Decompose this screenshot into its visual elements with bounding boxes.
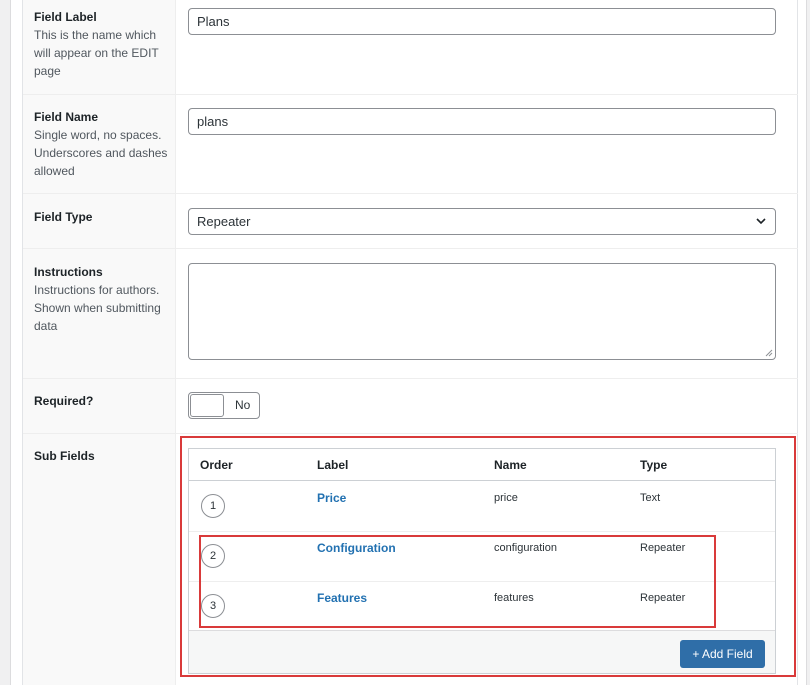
instructions-textarea[interactable] [188, 263, 776, 360]
order-handle[interactable]: 3 [201, 594, 225, 618]
subfield-row-configuration[interactable]: 2 Configuration configuration Repeater [189, 532, 775, 582]
field-type-select[interactable]: Repeater [188, 208, 776, 235]
instructions-row-label: Instructions Instructions for authors. S… [34, 263, 170, 335]
subfield-label-link[interactable]: Price [317, 491, 346, 505]
column-header-order: Order [200, 458, 233, 472]
required-title: Required? [34, 394, 94, 408]
subfield-name: price [494, 492, 518, 504]
subfield-name: configuration [494, 542, 557, 554]
subfields-table-header: Order Label Name Type [189, 449, 775, 481]
order-handle[interactable]: 2 [201, 544, 225, 568]
toggle-state-text: No [235, 398, 251, 412]
chevron-down-icon [756, 218, 766, 225]
subfields-title: Sub Fields [34, 449, 95, 463]
add-field-button[interactable]: + Add Field [680, 640, 765, 668]
required-toggle[interactable]: No [188, 392, 260, 419]
resize-grip-icon[interactable] [765, 349, 773, 357]
required-row-label: Required? [34, 392, 170, 410]
field-name-description: Single word, no spaces. Underscores and … [34, 128, 168, 178]
field-label-row-label: Field Label This is the name which will … [34, 8, 170, 80]
subfield-type: Repeater [640, 542, 686, 554]
subfield-label-link[interactable]: Configuration [317, 541, 396, 555]
field-name-title: Field Name [34, 110, 99, 124]
subfields-row-label: Sub Fields [34, 447, 170, 465]
order-handle[interactable]: 1 [201, 494, 225, 518]
subfield-row-price[interactable]: 1 Price price Text [189, 482, 775, 532]
subfield-label-link[interactable]: Features [317, 591, 367, 605]
instructions-title: Instructions [34, 265, 103, 279]
field-type-selected-value: Repeater [197, 214, 251, 229]
row-divider [23, 248, 798, 249]
field-type-row-label: Field Type [34, 208, 170, 226]
field-name-row-label: Field Name Single word, no spaces. Under… [34, 108, 170, 180]
subfield-type: Repeater [640, 592, 686, 604]
field-type-title: Field Type [34, 210, 93, 224]
field-label-description: This is the name which will appear on th… [34, 28, 159, 78]
column-header-name: Name [494, 458, 527, 472]
subfield-row-features[interactable]: 3 Features features Repeater [189, 582, 775, 632]
field-label-title: Field Label [34, 10, 97, 24]
label-column [23, 0, 176, 685]
subfield-name: features [494, 592, 534, 604]
subfields-table-footer: + Add Field [189, 630, 775, 673]
subfield-type: Text [640, 492, 661, 504]
row-divider [23, 378, 798, 379]
field-name-input[interactable]: plans [188, 108, 776, 135]
toggle-knob [190, 394, 224, 417]
instructions-description: Instructions for authors. Shown when sub… [34, 283, 161, 333]
field-label-input[interactable]: Plans [188, 8, 776, 35]
row-divider [23, 94, 798, 95]
subfields-table: Order Label Name Type 1 Price price Text… [188, 448, 776, 674]
row-divider [23, 433, 798, 434]
row-divider [23, 193, 798, 194]
column-header-label: Label [317, 458, 349, 472]
column-header-type: Type [640, 458, 668, 472]
